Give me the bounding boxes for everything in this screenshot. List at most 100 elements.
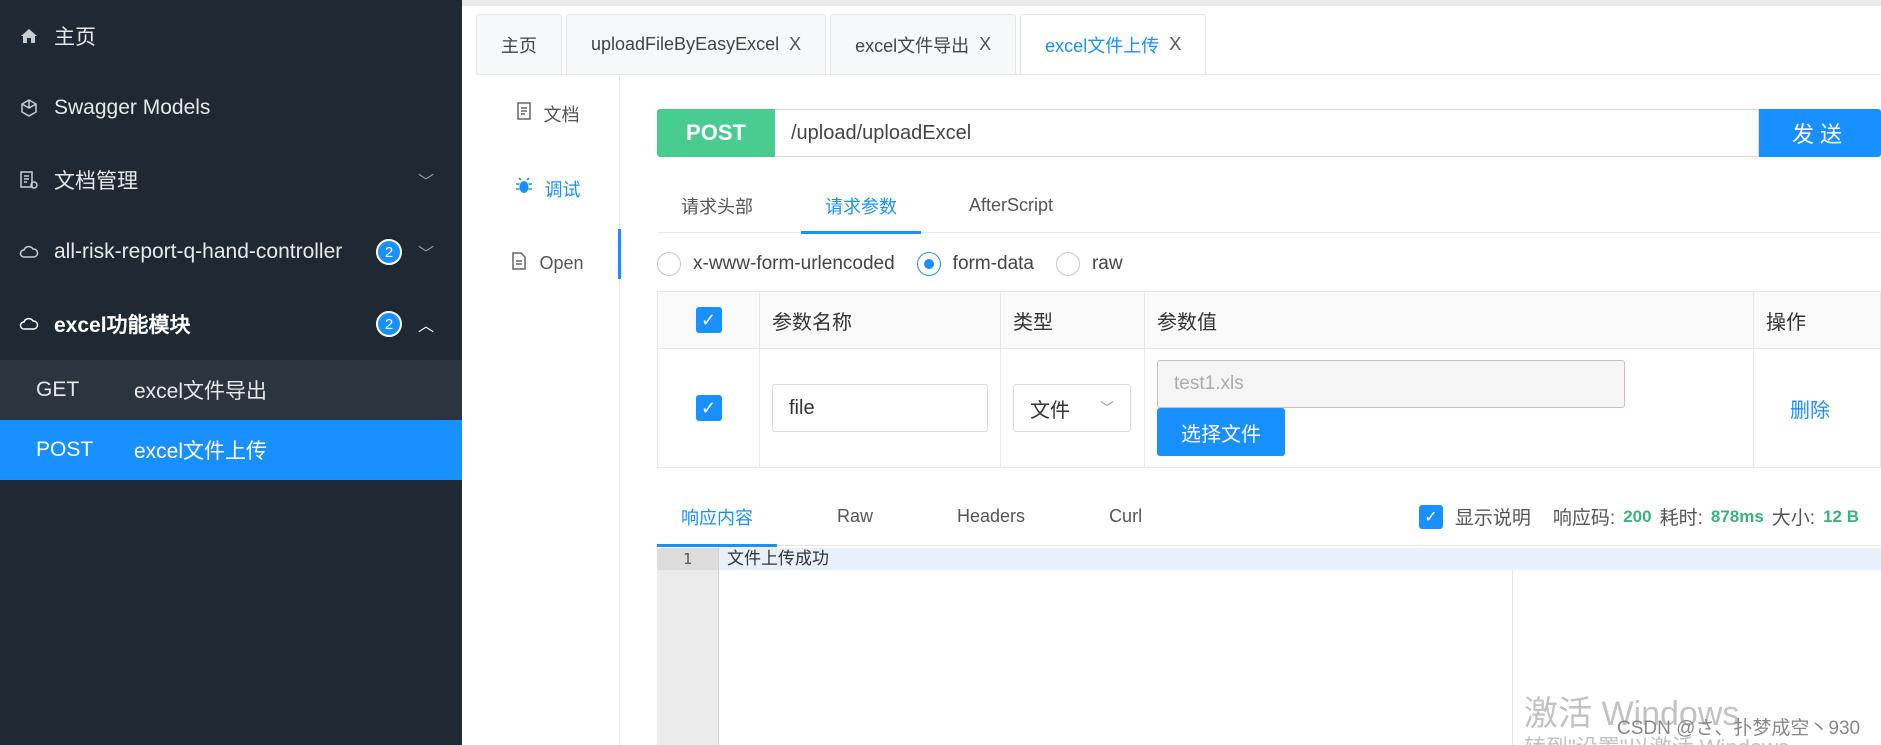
radio-form-data[interactable]: form-data — [916, 252, 1034, 276]
vnav-label: 调试 — [544, 179, 581, 200]
param-type-cell: 文件 ﹀ — [1001, 349, 1145, 467]
sidebar-item-controller[interactable]: all-risk-report-q-hand-controller 2 ﹀ — [0, 216, 462, 288]
sidebar-item-label: 文档管理 — [54, 170, 138, 193]
tab-excel-export[interactable]: excel文件导出 X — [830, 14, 1017, 74]
document-icon — [516, 102, 532, 125]
sidebar-item-doc-management[interactable]: 文档管理 ﹀ — [0, 144, 462, 216]
row-checkbox-cell: ✓ — [658, 349, 760, 467]
column-header: 参数值 — [1145, 292, 1754, 348]
count-badge: 2 — [376, 239, 402, 265]
tab-label: 主页 — [501, 35, 537, 56]
tab-request-headers[interactable]: 请求头部 — [657, 178, 777, 233]
radio-raw[interactable]: raw — [1055, 252, 1123, 276]
home-icon — [18, 25, 40, 47]
http-method: POST — [36, 438, 94, 461]
http-method: GET — [36, 378, 80, 401]
tab-upload-easyexcel[interactable]: uploadFileByEasyExcel X — [566, 14, 827, 74]
param-action-cell: 删除 — [1754, 349, 1880, 467]
response-tabs: 响应内容 Raw Headers Curl ✓ 显示说明 响应码: 200 耗时… — [657, 488, 1881, 547]
column-header: 参数名称 — [760, 292, 1001, 348]
param-name-cell: file — [760, 349, 1001, 467]
vnav-item-open[interactable]: Open — [476, 226, 619, 301]
request-tabs: 请求头部 请求参数 AfterScript — [657, 178, 1881, 234]
response-meta: ✓ 显示说明 响应码: 200 耗时: 878ms 大小: 12 B — [1418, 503, 1881, 530]
vnav-label: Open — [539, 253, 584, 273]
show-description-label: 显示说明 — [1454, 508, 1531, 529]
radio-label: raw — [1091, 253, 1123, 274]
choose-file-button[interactable]: 选择文件 — [1157, 408, 1285, 456]
cube-icon — [18, 97, 40, 119]
file-path-input[interactable]: test1.xls — [1157, 360, 1625, 408]
size-label: 大小: — [1771, 508, 1816, 529]
tab-bar-divider — [476, 74, 1881, 75]
size-value: 12 B — [1823, 506, 1859, 526]
chevron-up-icon: ︿ — [417, 318, 434, 335]
body-type-radio-group: x-www-form-urlencoded form-data raw — [657, 248, 1145, 280]
radio-circle — [1055, 252, 1080, 276]
vnav-item-debug[interactable]: 调试 — [476, 151, 621, 279]
url-input[interactable]: /upload/uploadExcel — [775, 109, 1759, 157]
show-description-checkbox[interactable]: ✓ — [1418, 504, 1443, 529]
request-url-bar: POST /upload/uploadExcel 发送 — [657, 109, 1881, 157]
table-row: ✓ file 文件 ﹀ test1.xls 选择文件 删除 — [658, 349, 1880, 467]
line-gutter: 1 — [657, 548, 719, 745]
sidebar-item-swagger-models[interactable]: Swagger Models — [0, 72, 462, 144]
close-icon[interactable]: X — [979, 34, 991, 55]
sidebar-subitem-label: excel文件导出 — [134, 380, 268, 403]
status-code-value: 200 — [1623, 506, 1652, 526]
tab-excel-upload[interactable]: excel文件上传 X — [1020, 14, 1207, 74]
tab-home[interactable]: 主页 — [476, 14, 562, 74]
cloud-icon — [18, 313, 40, 335]
param-type-select[interactable]: 文件 ﹀ — [1013, 384, 1131, 432]
bug-icon — [515, 177, 533, 200]
chevron-down-icon: ﹀ — [417, 246, 434, 263]
radio-circle — [916, 252, 941, 276]
close-icon[interactable]: X — [1169, 34, 1181, 55]
sidebar-item-label: Swagger Models — [54, 96, 211, 119]
tab-bar: 主页 uploadFileByEasyExcel X excel文件导出 X e… — [476, 14, 1210, 74]
status-code-label: 响应码: — [1552, 508, 1616, 529]
time-label: 耗时: — [1659, 508, 1703, 529]
tab-response-content[interactable]: 响应内容 — [657, 488, 777, 547]
row-checkbox[interactable]: ✓ — [695, 395, 722, 421]
chevron-down-icon: ﹀ — [1100, 400, 1114, 416]
column-header: 类型 — [1001, 292, 1145, 348]
tab-label: excel文件导出 — [855, 35, 970, 56]
radio-label: form-data — [952, 253, 1034, 274]
sidebar-item-label: 主页 — [54, 26, 96, 49]
select-all-checkbox[interactable]: ✓ — [695, 307, 722, 333]
sidebar-item-home[interactable]: 主页 — [0, 0, 462, 72]
param-name-input[interactable]: file — [772, 384, 988, 432]
sidebar-subitem-excel-upload[interactable]: POST excel文件上传 — [0, 420, 462, 480]
file-icon — [511, 252, 527, 275]
select-value: 文件 — [1030, 399, 1070, 422]
tab-label: excel文件上传 — [1045, 35, 1160, 56]
main-panel: 主页 uploadFileByEasyExcel X excel文件导出 X e… — [462, 0, 1881, 745]
vnav-item-docs[interactable]: 文档 — [476, 76, 619, 151]
sidebar: 主页 Swagger Models 文档管理 ﹀ all-risk-report… — [0, 0, 462, 745]
count-badge: 2 — [376, 311, 402, 337]
line-number: 1 — [657, 548, 718, 570]
tab-response-curl[interactable]: Curl — [1085, 488, 1166, 546]
tab-after-script[interactable]: AfterScript — [945, 178, 1077, 233]
http-method-badge: POST — [657, 109, 775, 157]
radio-label: x-www-form-urlencoded — [693, 253, 895, 274]
sidebar-subitem-excel-export[interactable]: GET excel文件导出 — [0, 360, 462, 420]
close-icon[interactable]: X — [789, 34, 801, 55]
vnav-label: 文档 — [543, 104, 580, 125]
tab-response-headers[interactable]: Headers — [933, 488, 1049, 546]
cloud-icon — [18, 241, 40, 263]
response-body-line: 文件上传成功 — [719, 548, 1881, 570]
radio-circle — [657, 252, 681, 276]
table-header-row: ✓ 参数名称 类型 参数值 操作 — [658, 292, 1880, 349]
send-button[interactable]: 发送 — [1759, 109, 1881, 157]
document-settings-icon — [18, 169, 40, 191]
sidebar-subitem-label: excel文件上传 — [134, 440, 268, 463]
tab-response-raw[interactable]: Raw — [813, 488, 897, 546]
params-table: ✓ 参数名称 类型 参数值 操作 ✓ file 文件 ﹀ test1.xls 选 — [657, 291, 1881, 468]
tab-request-params[interactable]: 请求参数 — [801, 178, 921, 234]
print-margin — [1512, 570, 1513, 745]
radio-urlencoded[interactable]: x-www-form-urlencoded — [657, 252, 895, 276]
sidebar-item-excel-module[interactable]: excel功能模块 2 ︿ — [0, 288, 462, 360]
delete-link[interactable]: 删除 — [1790, 394, 1830, 423]
